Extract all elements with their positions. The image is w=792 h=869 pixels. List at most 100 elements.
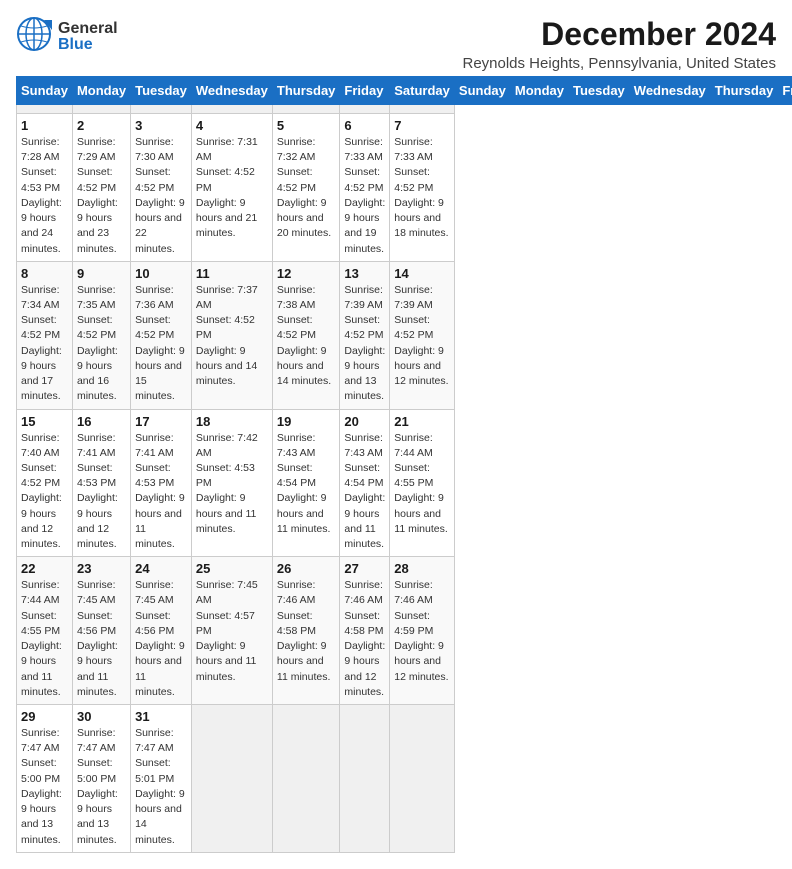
day-number: 12 xyxy=(277,266,336,281)
calendar-cell: 2Sunrise: 7:29 AMSunset: 4:52 PMDaylight… xyxy=(72,114,130,262)
calendar-week-row xyxy=(17,105,792,114)
day-number: 13 xyxy=(344,266,385,281)
day-info: Sunrise: 7:46 AMSunset: 4:58 PMDaylight:… xyxy=(344,578,385,700)
calendar-cell xyxy=(340,705,390,853)
calendar-cell: 6 Sunrise: 7:33 AMSunset: 4:52 PMDaylight… xyxy=(340,114,390,262)
calendar-cell: 5Sunrise: 7:32 AMSunset: 4:52 PMDaylight… xyxy=(272,114,340,262)
day-info: Sunrise: 7:39 AMSunset: 4:52 PMDaylight:… xyxy=(394,283,450,390)
day-info: Sunrise: 7:40 AMSunset: 4:52 PMDaylight:… xyxy=(21,431,68,553)
calendar-cell: 11Sunrise: 7:37 AMSunset: 4:52 PMDayligh… xyxy=(191,261,272,409)
day-info: Sunrise: 7:43 AMSunset: 4:54 PMDaylight:… xyxy=(277,431,336,538)
day-info: Sunrise: 7:33 AMSunset: 4:52 PMDaylight:… xyxy=(394,135,450,242)
day-info: Sunrise: 7:42 AMSunset: 4:53 PMDaylight:… xyxy=(196,431,268,538)
calendar-week-row: 22 Sunrise: 7:44 AMSunset: 4:55 PMDayligh… xyxy=(17,557,792,705)
calendar-cell: 14Sunrise: 7:39 AMSunset: 4:52 PMDayligh… xyxy=(390,261,455,409)
calendar-cell: 13 Sunrise: 7:39 AMSunset: 4:52 PMDayligh… xyxy=(340,261,390,409)
calendar-cell: 25Sunrise: 7:45 AMSunset: 4:57 PMDayligh… xyxy=(191,557,272,705)
day-number: 16 xyxy=(77,414,126,429)
calendar-cell xyxy=(72,105,130,114)
calendar-cell: 17 Sunrise: 7:41 AMSunset: 4:53 PMDayligh… xyxy=(131,409,192,557)
day-header-sunday: Sunday xyxy=(17,77,73,105)
day-header-thursday: Thursday xyxy=(710,77,778,105)
calendar-cell: 1Sunrise: 7:28 AMSunset: 4:53 PMDaylight… xyxy=(17,114,73,262)
calendar-cell: 26 Sunrise: 7:46 AMSunset: 4:58 PMDayligh… xyxy=(272,557,340,705)
day-number: 3 xyxy=(135,118,187,133)
day-header-saturday: Saturday xyxy=(390,77,455,105)
calendar-cell: 19 Sunrise: 7:43 AMSunset: 4:54 PMDayligh… xyxy=(272,409,340,557)
day-number: 6 xyxy=(344,118,385,133)
day-info: Sunrise: 7:46 AMSunset: 4:58 PMDaylight:… xyxy=(277,578,336,685)
calendar-week-row: 1Sunrise: 7:28 AMSunset: 4:53 PMDaylight… xyxy=(17,114,792,262)
days-header-row: SundayMondayTuesdayWednesdayThursdayFrid… xyxy=(17,77,792,105)
day-number: 31 xyxy=(135,709,187,724)
day-number: 17 xyxy=(135,414,187,429)
calendar-cell: 20Sunrise: 7:43 AMSunset: 4:54 PMDayligh… xyxy=(340,409,390,557)
day-info: Sunrise: 7:41 AMSunset: 4:53 PMDaylight:… xyxy=(135,431,187,553)
logo: General Blue xyxy=(16,16,118,57)
logo-name: General Blue xyxy=(58,21,118,53)
logo-icon xyxy=(16,16,52,57)
day-header-tuesday: Tuesday xyxy=(131,77,192,105)
day-number: 22 xyxy=(21,561,68,576)
calendar-cell: 10Sunrise: 7:36 AMSunset: 4:52 PMDayligh… xyxy=(131,261,192,409)
day-header-friday: Friday xyxy=(340,77,390,105)
calendar-cell: 9Sunrise: 7:35 AMSunset: 4:52 PMDaylight… xyxy=(72,261,130,409)
calendar-cell: 30 Sunrise: 7:47 AMSunset: 5:00 PMDayligh… xyxy=(72,705,130,853)
day-info: Sunrise: 7:45 AMSunset: 4:56 PMDaylight:… xyxy=(135,578,187,700)
day-info: Sunrise: 7:47 AMSunset: 5:00 PMDaylight:… xyxy=(77,726,126,848)
day-info: Sunrise: 7:44 AMSunset: 4:55 PMDaylight:… xyxy=(21,578,68,700)
calendar-cell xyxy=(191,105,272,114)
day-number: 25 xyxy=(196,561,268,576)
day-number: 30 xyxy=(77,709,126,724)
day-number: 8 xyxy=(21,266,68,281)
calendar-cell xyxy=(17,105,73,114)
day-info: Sunrise: 7:33 AMSunset: 4:52 PMDaylight:… xyxy=(344,135,385,257)
title-area: December 2024 Reynolds Heights, Pennsylv… xyxy=(462,16,776,72)
day-header-wednesday: Wednesday xyxy=(191,77,272,105)
day-number: 26 xyxy=(277,561,336,576)
day-info: Sunrise: 7:34 AMSunset: 4:52 PMDaylight:… xyxy=(21,283,68,405)
day-number: 11 xyxy=(196,266,268,281)
main-title: December 2024 xyxy=(462,16,776,53)
calendar-cell xyxy=(390,705,455,853)
calendar-cell: 3 Sunrise: 7:30 AMSunset: 4:52 PMDaylight… xyxy=(131,114,192,262)
calendar-week-row: 29 Sunrise: 7:47 AMSunset: 5:00 PMDayligh… xyxy=(17,705,792,853)
day-info: Sunrise: 7:47 AMSunset: 5:00 PMDaylight:… xyxy=(21,726,68,848)
calendar-cell: 18Sunrise: 7:42 AMSunset: 4:53 PMDayligh… xyxy=(191,409,272,557)
day-info: Sunrise: 7:44 AMSunset: 4:55 PMDaylight:… xyxy=(394,431,450,538)
day-header-sunday: Sunday xyxy=(454,77,510,105)
calendar-cell xyxy=(340,105,390,114)
calendar-cell: 23Sunrise: 7:45 AMSunset: 4:56 PMDayligh… xyxy=(72,557,130,705)
calendar-cell xyxy=(191,705,272,853)
calendar-cell xyxy=(131,105,192,114)
day-info: Sunrise: 7:30 AMSunset: 4:52 PMDaylight:… xyxy=(135,135,187,257)
day-info: Sunrise: 7:46 AMSunset: 4:59 PMDaylight:… xyxy=(394,578,450,685)
day-number: 15 xyxy=(21,414,68,429)
day-number: 29 xyxy=(21,709,68,724)
calendar-week-row: 15 Sunrise: 7:40 AMSunset: 4:52 PMDayligh… xyxy=(17,409,792,557)
calendar-cell: 31Sunrise: 7:47 AMSunset: 5:01 PMDayligh… xyxy=(131,705,192,853)
day-number: 24 xyxy=(135,561,187,576)
day-info: Sunrise: 7:43 AMSunset: 4:54 PMDaylight:… xyxy=(344,431,385,553)
calendar-table: SundayMondayTuesdayWednesdayThursdayFrid… xyxy=(16,76,792,853)
day-info: Sunrise: 7:35 AMSunset: 4:52 PMDaylight:… xyxy=(77,283,126,405)
calendar-cell: 7 Sunrise: 7:33 AMSunset: 4:52 PMDaylight… xyxy=(390,114,455,262)
calendar-cell: 29 Sunrise: 7:47 AMSunset: 5:00 PMDayligh… xyxy=(17,705,73,853)
day-header-thursday: Thursday xyxy=(272,77,340,105)
day-number: 10 xyxy=(135,266,187,281)
day-header-monday: Monday xyxy=(510,77,568,105)
day-number: 7 xyxy=(394,118,450,133)
calendar-week-row: 8 Sunrise: 7:34 AMSunset: 4:52 PMDaylight… xyxy=(17,261,792,409)
day-header-friday: Friday xyxy=(778,77,792,105)
day-info: Sunrise: 7:29 AMSunset: 4:52 PMDaylight:… xyxy=(77,135,126,257)
day-header-tuesday: Tuesday xyxy=(569,77,630,105)
day-info: Sunrise: 7:28 AMSunset: 4:53 PMDaylight:… xyxy=(21,135,68,257)
day-number: 4 xyxy=(196,118,268,133)
day-number: 27 xyxy=(344,561,385,576)
day-info: Sunrise: 7:39 AMSunset: 4:52 PMDaylight:… xyxy=(344,283,385,405)
calendar-cell: 4Sunrise: 7:31 AMSunset: 4:52 PMDaylight… xyxy=(191,114,272,262)
day-number: 19 xyxy=(277,414,336,429)
day-number: 5 xyxy=(277,118,336,133)
day-number: 28 xyxy=(394,561,450,576)
calendar-cell: 8 Sunrise: 7:34 AMSunset: 4:52 PMDaylight… xyxy=(17,261,73,409)
